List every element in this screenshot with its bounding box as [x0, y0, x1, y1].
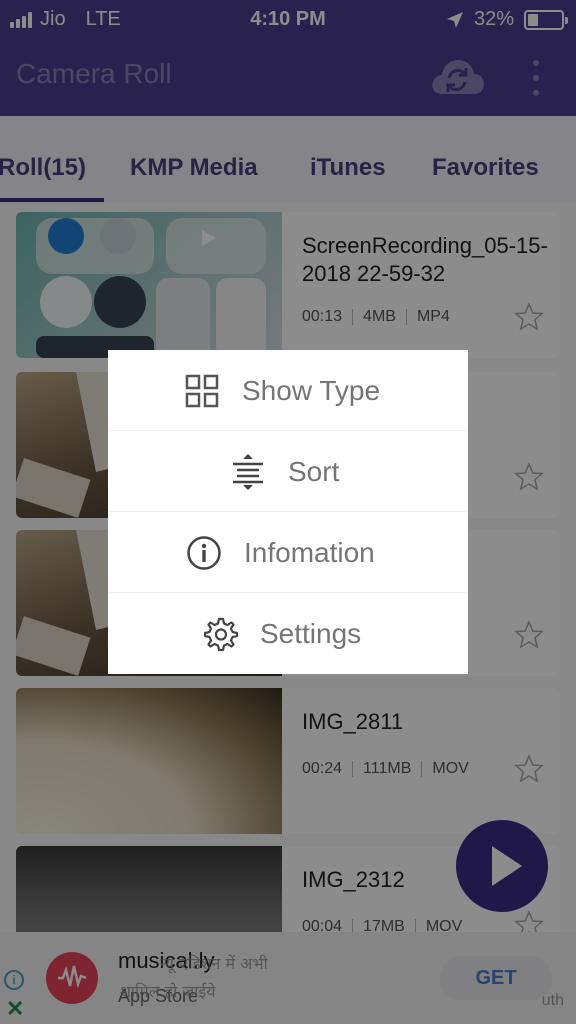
menu-item-settings[interactable]: Settings — [108, 593, 468, 674]
sort-icon — [230, 453, 266, 490]
grid-icon — [184, 373, 220, 409]
menu-label: Show Type — [242, 374, 381, 406]
gear-icon — [202, 616, 238, 652]
menu-label: Infomation — [244, 536, 375, 568]
info-icon — [186, 535, 222, 571]
menu-item-show-type[interactable]: Show Type — [108, 350, 468, 431]
popup-menu: Show Type Sort Infomation Settings — [108, 350, 468, 674]
menu-item-sort[interactable]: Sort — [108, 431, 468, 512]
menu-label: Sort — [288, 455, 340, 487]
menu-item-information[interactable]: Infomation — [108, 512, 468, 593]
menu-label: Settings — [260, 617, 362, 649]
